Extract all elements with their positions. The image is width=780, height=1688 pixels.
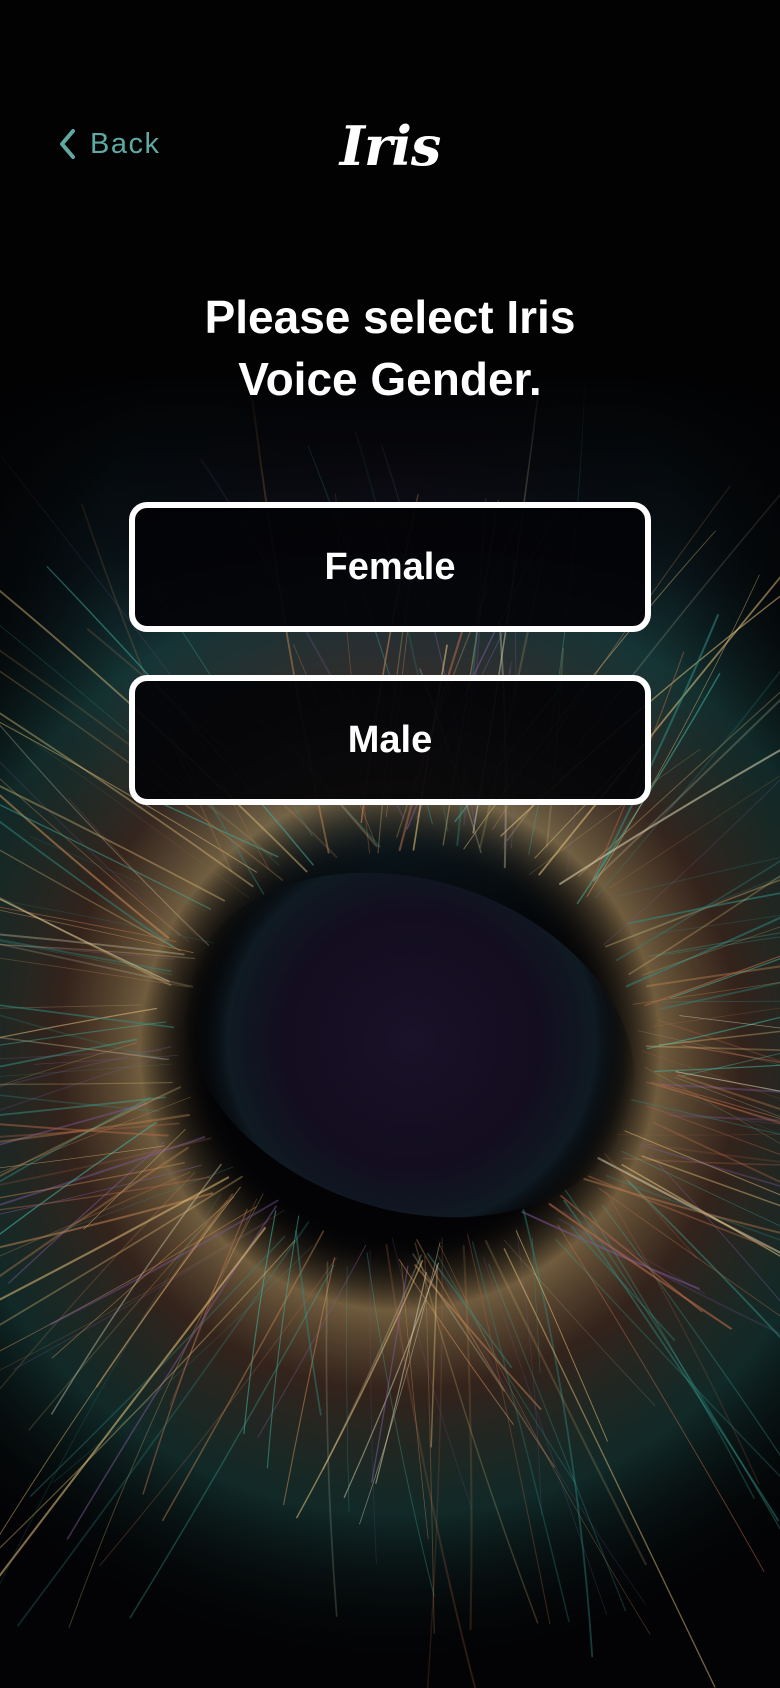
app-title: Iris [339, 114, 442, 178]
prompt-line-1: Please select Iris [204, 291, 576, 343]
male-option-button[interactable]: Male [129, 675, 651, 805]
female-option-button[interactable]: Female [129, 502, 651, 632]
iris-background-image [0, 0, 780, 1688]
prompt-line-2: Voice Gender. [238, 353, 542, 405]
male-option-label: Male [347, 718, 433, 761]
prompt-heading: Please select Iris Voice Gender. [0, 286, 780, 410]
voice-gender-screen: Back Iris Please select Iris Voice Gende… [0, 0, 780, 1688]
female-option-label: Female [324, 545, 456, 588]
